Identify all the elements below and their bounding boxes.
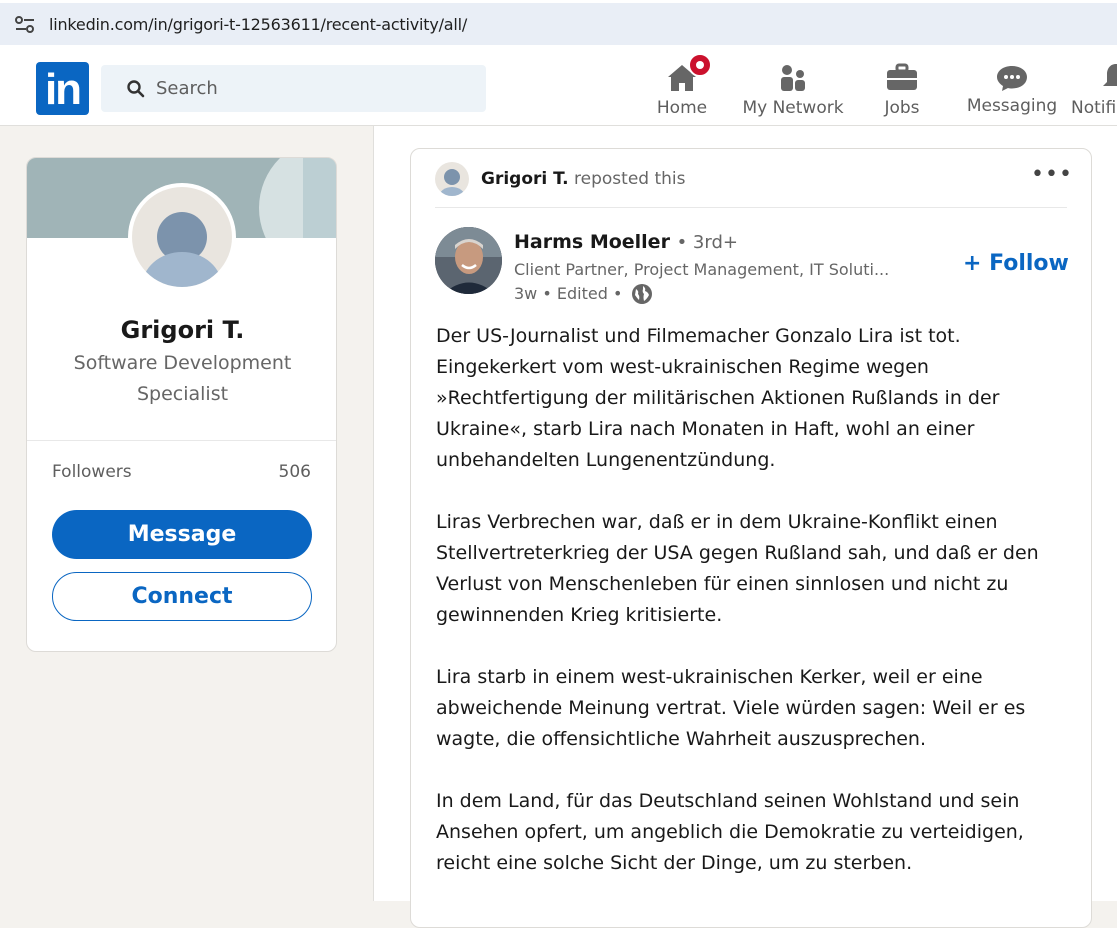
post-paragraph: Liras Verbrechen war, daß er in dem Ukra… bbox=[436, 511, 1039, 626]
post-meta: 3w • Edited • bbox=[514, 284, 623, 303]
repost-text: reposted this bbox=[574, 169, 686, 189]
briefcase-icon bbox=[884, 59, 920, 95]
linkedin-logo[interactable]: in bbox=[36, 62, 89, 115]
followers-label: Followers bbox=[52, 462, 132, 482]
more-options-button[interactable]: ••• bbox=[1031, 164, 1072, 191]
nav-notifications-label: Notifi bbox=[1071, 98, 1117, 118]
connect-button[interactable]: Connect bbox=[52, 572, 312, 621]
nav-messaging-label: Messaging bbox=[966, 96, 1058, 116]
author-portrait-icon bbox=[435, 227, 502, 294]
nav-jobs-label: Jobs bbox=[884, 98, 920, 118]
messaging-icon bbox=[994, 59, 1030, 95]
nav-my-network[interactable]: My Network bbox=[738, 59, 848, 123]
nav-home[interactable]: Home bbox=[652, 53, 712, 123]
nav-jobs[interactable]: Jobs bbox=[875, 59, 929, 123]
reposter-name[interactable]: Grigori T. bbox=[481, 169, 569, 189]
globe-icon bbox=[632, 284, 652, 304]
nav-home-label: Home bbox=[656, 98, 708, 118]
browser-address-bar: linkedin.com/in/grigori-t-12563611/recen… bbox=[0, 0, 1117, 53]
divider bbox=[27, 440, 336, 441]
author-headline: Client Partner, Project Management, IT S… bbox=[514, 260, 890, 279]
author-name[interactable]: Harms Moeller • 3rd+ bbox=[514, 231, 738, 253]
top-navigation: in Home My Network bbox=[0, 53, 1117, 126]
profile-card: Grigori T. Software Development Speciali… bbox=[26, 157, 337, 652]
nav-notifications[interactable]: Notifi bbox=[1068, 59, 1117, 123]
author-name-text[interactable]: Harms Moeller bbox=[514, 231, 670, 253]
url-field[interactable]: linkedin.com/in/grigori-t-12563611/recen… bbox=[0, 3, 1117, 45]
network-icon bbox=[775, 59, 811, 95]
profile-name[interactable]: Grigori T. bbox=[27, 316, 336, 344]
url-text[interactable]: linkedin.com/in/grigori-t-12563611/recen… bbox=[49, 15, 467, 34]
repost-header: Grigori T. reposted this bbox=[481, 169, 686, 189]
post-paragraph: In dem Land, für das Deutschland seinen … bbox=[436, 790, 1024, 874]
nav-messaging[interactable]: Messaging bbox=[966, 59, 1058, 123]
search-box[interactable] bbox=[101, 65, 486, 112]
default-avatar-icon bbox=[439, 169, 465, 196]
connection-degree: • 3rd+ bbox=[676, 232, 738, 253]
followers-count: 506 bbox=[278, 462, 311, 482]
tune-icon[interactable] bbox=[14, 15, 36, 35]
follow-button[interactable]: + Follow bbox=[963, 251, 1069, 276]
post-paragraph: Lira starb in einem west-ukrainischen Ke… bbox=[436, 666, 1026, 750]
profile-headline: Software Development Specialist bbox=[73, 352, 292, 405]
post-card: Grigori T. reposted this ••• Harms Moell… bbox=[410, 148, 1092, 928]
nav-my-network-label: My Network bbox=[742, 98, 844, 118]
author-photo[interactable] bbox=[435, 227, 502, 294]
post-text: Der US-Journalist und Filmemacher Gonzal… bbox=[436, 321, 1056, 910]
message-button[interactable]: Message bbox=[52, 510, 312, 559]
notification-badge bbox=[688, 53, 712, 77]
divider bbox=[435, 207, 1067, 208]
column-divider bbox=[373, 126, 374, 901]
home-icon bbox=[664, 53, 712, 95]
bell-icon bbox=[1098, 59, 1117, 95]
default-avatar-icon bbox=[142, 212, 222, 287]
avatar[interactable] bbox=[128, 183, 236, 291]
search-input[interactable] bbox=[156, 65, 476, 112]
search-icon bbox=[127, 80, 145, 98]
reposter-avatar[interactable] bbox=[435, 162, 469, 196]
post-paragraph: Der US-Journalist und Filmemacher Gonzal… bbox=[436, 325, 1000, 471]
